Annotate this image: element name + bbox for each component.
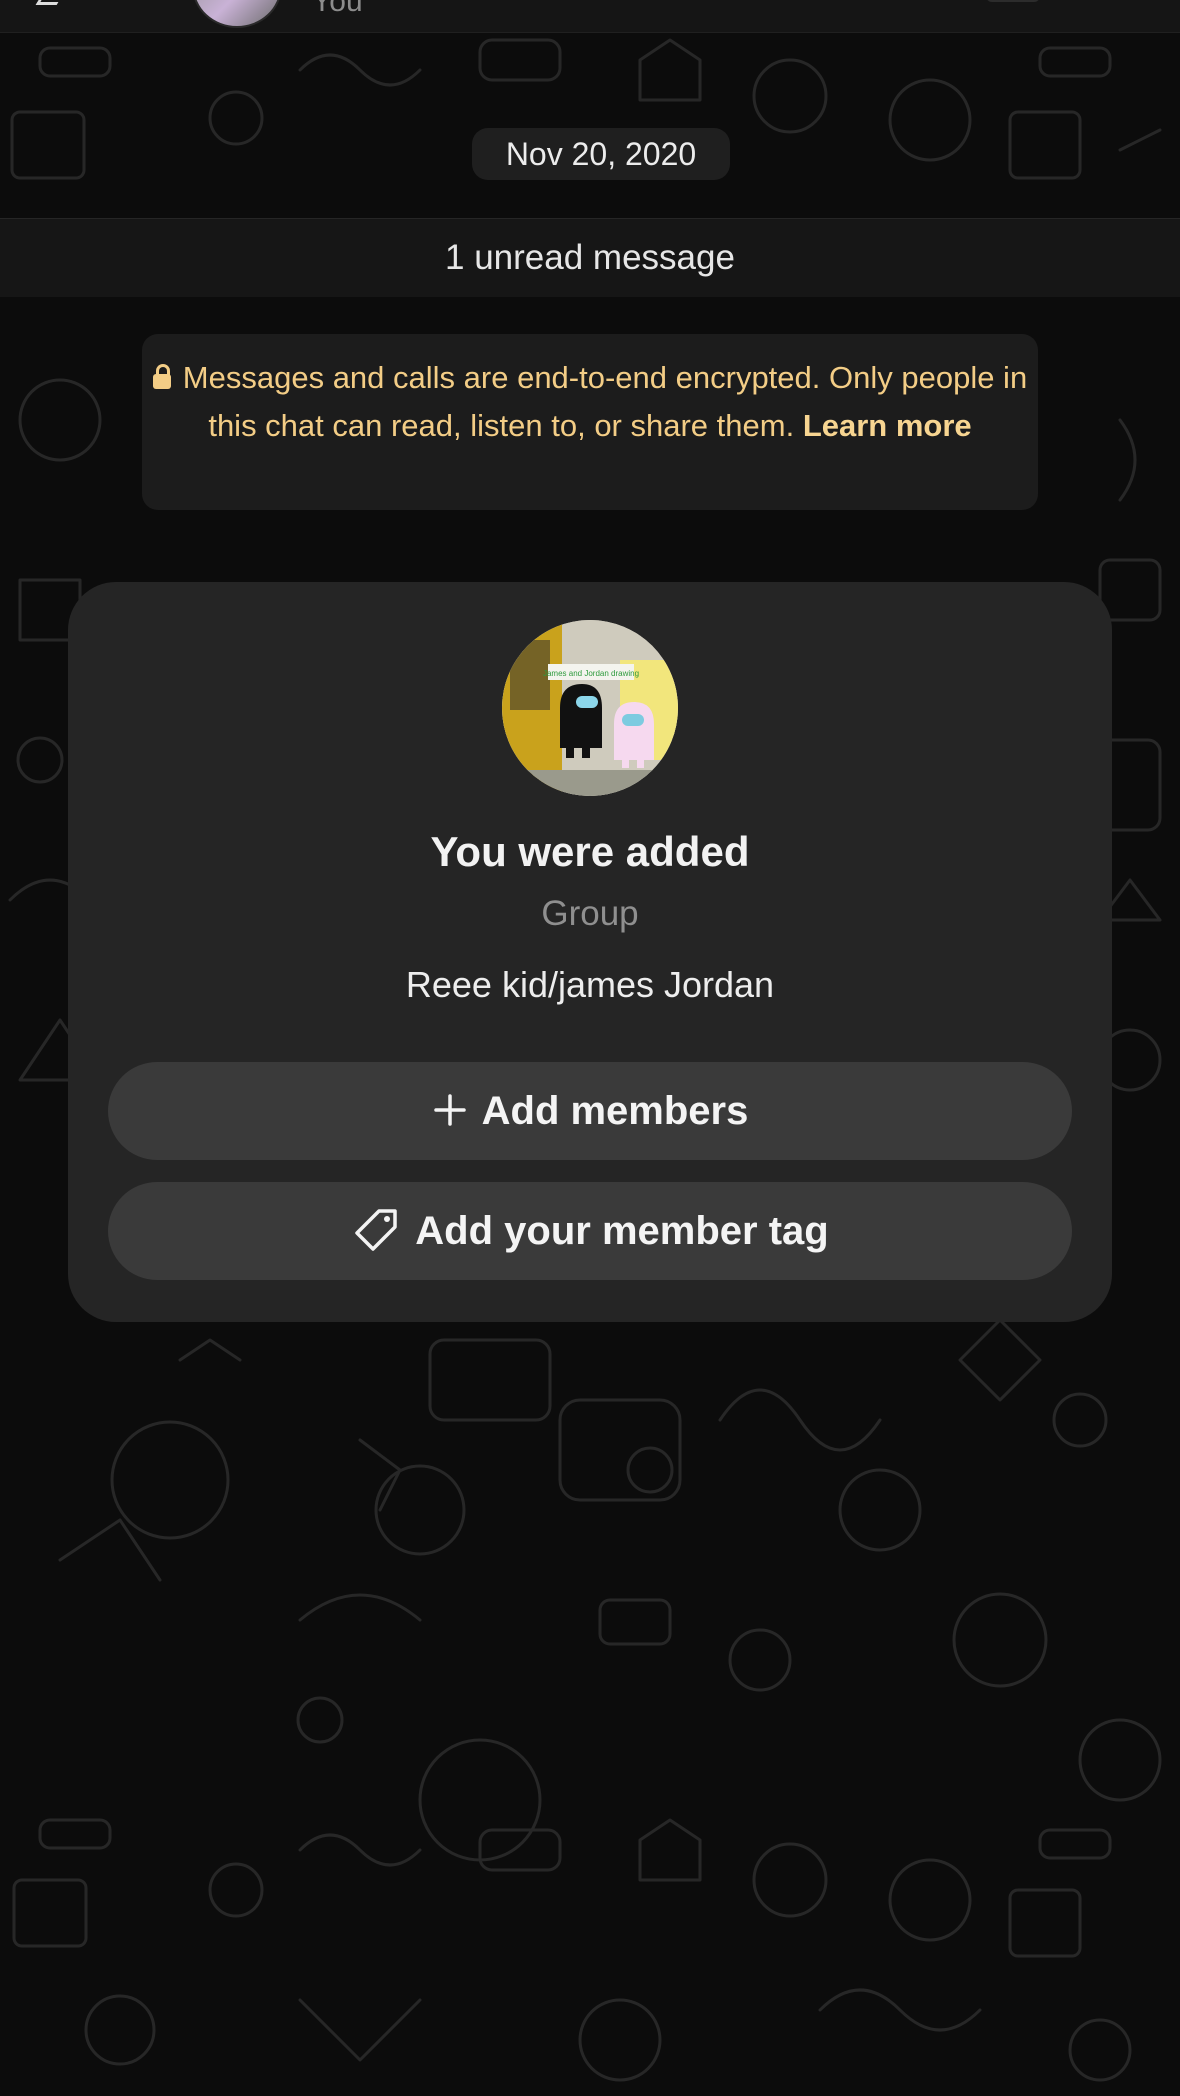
add-member-tag-button[interactable]: Add your member tag <box>108 1182 1072 1280</box>
add-members-label: Add members <box>481 1089 749 1133</box>
lock-icon <box>152 364 171 389</box>
tag-icon <box>355 1209 398 1252</box>
learn-more-link[interactable]: Learn more <box>803 408 972 443</box>
date-separator: Nov 20, 2020 <box>472 128 730 180</box>
group-type-label: Group <box>541 894 639 933</box>
chat-header: You <box>0 0 1180 33</box>
encryption-notice[interactable]: Messages and calls are end-to-end encryp… <box>142 334 1038 510</box>
header-subtitle: You <box>312 0 363 18</box>
add-members-button[interactable]: Add members <box>108 1062 1072 1160</box>
group-name: Reee kid/james Jordan <box>405 964 775 1005</box>
back-arrow-icon[interactable] <box>35 0 66 5</box>
group-avatar[interactable]: James and Jordan drawing <box>502 620 678 796</box>
group-card-title: You were added <box>430 828 750 875</box>
header-avatar[interactable] <box>192 0 282 28</box>
chat-screen: You Nov 20, 2020 1 unread message Messag… <box>0 0 1180 2096</box>
avatar-caption: James and Jordan drawing <box>543 669 639 678</box>
header-action-icon[interactable] <box>986 0 1040 2</box>
member-tag-label: Add your member tag <box>415 1209 829 1253</box>
group-added-card: James and Jordan drawing You were added … <box>68 582 1112 1322</box>
unread-messages-banner: 1 unread message <box>0 218 1180 297</box>
plus-icon <box>433 1094 466 1127</box>
